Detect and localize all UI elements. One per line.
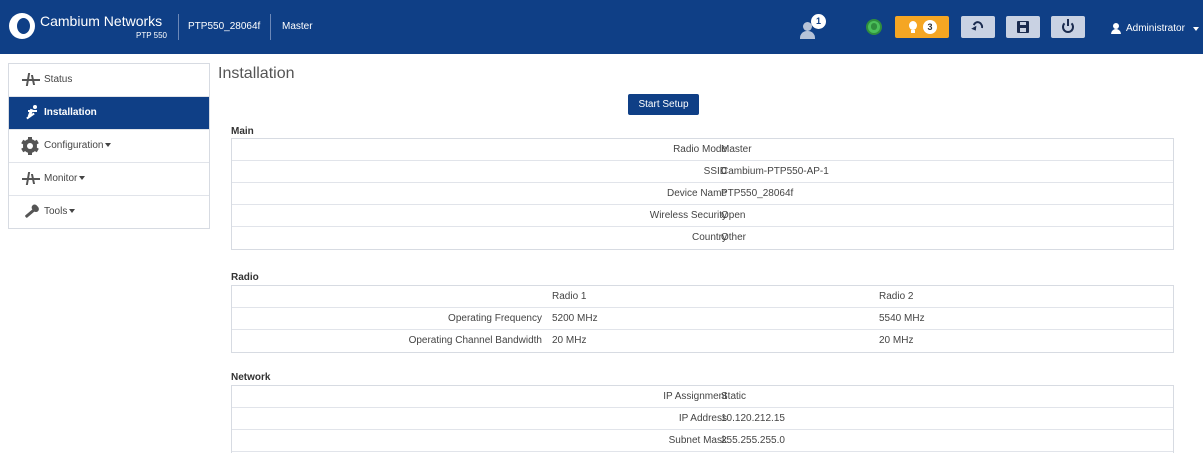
pulse-icon	[22, 171, 40, 187]
row-value-radio-1: 20 MHz	[552, 335, 587, 346]
lightbulb-icon	[909, 21, 917, 33]
table-row: Operating Channel Bandwidth 20 MHz 20 MH…	[232, 330, 1173, 352]
globe-icon[interactable]	[866, 19, 882, 35]
section-title-main: Main	[231, 126, 254, 137]
row-key: Radio Mode	[673, 144, 727, 155]
section-title-network: Network	[231, 372, 271, 383]
column-header-radio-2: Radio 2	[879, 291, 914, 302]
user-icon	[1111, 23, 1121, 34]
runner-icon	[22, 105, 40, 121]
radio-info-table: Radio 1 Radio 2 Operating Frequency 5200…	[231, 285, 1174, 353]
row-value-radio-2: 20 MHz	[879, 335, 914, 346]
start-setup-button[interactable]: Start Setup	[628, 94, 699, 115]
table-row: Subnet Mask 255.255.255.0	[232, 430, 1173, 452]
gear-icon	[21, 137, 40, 155]
row-key: Wireless Security	[649, 210, 727, 221]
network-info-table: IP Assignment Static IP Address 10.120.2…	[231, 385, 1174, 453]
row-value: 255.255.255.0	[721, 435, 785, 446]
page-title: Installation	[218, 65, 295, 82]
row-key: Device Name	[666, 188, 727, 199]
sidebar-item-label: Status	[44, 74, 73, 85]
users-icon-body	[800, 31, 815, 39]
product-model: PTP 550	[136, 31, 167, 40]
row-value: Open	[721, 210, 746, 221]
row-key: Operating Frequency	[448, 313, 542, 324]
sidebar-item-label: Installation	[44, 107, 97, 118]
main-info-table: Radio Mode Master SSID Cambium-PTP550-AP…	[231, 138, 1174, 250]
table-header-row: Radio 1 Radio 2	[232, 286, 1173, 308]
row-value: PTP550_28064f	[721, 188, 794, 199]
sidebar-item-label: Monitor	[44, 173, 86, 184]
cambium-logo[interactable]: Cambium Networks PTP 550	[0, 0, 178, 54]
sidebar-item-status[interactable]: Status	[9, 64, 209, 97]
cambium-logo-icon	[9, 13, 35, 39]
sidebar-item-label: Tools	[44, 206, 76, 217]
sidebar-item-label: Configuration	[44, 140, 112, 151]
sidebar-item-configuration[interactable]: Configuration	[9, 130, 209, 163]
row-value: Cambium-PTP550-AP-1	[721, 166, 829, 177]
alerts-count-badge: 3	[923, 20, 937, 34]
header-divider	[178, 14, 179, 40]
chevron-down-icon	[69, 209, 76, 214]
sidebar-nav: Status Installation Configuration Monito…	[8, 63, 210, 229]
save-button[interactable]	[1006, 16, 1040, 38]
pulse-icon	[22, 72, 40, 88]
table-row: IP Assignment Static	[232, 386, 1173, 408]
alerts-button[interactable]: 3	[895, 16, 949, 38]
table-row: Radio Mode Master	[232, 139, 1173, 161]
row-value: Master	[721, 144, 752, 155]
sidebar-item-tools[interactable]: Tools	[9, 196, 209, 229]
table-row: Operating Frequency 5200 MHz 5540 MHz	[232, 308, 1173, 330]
table-row: Device Name PTP550_28064f	[232, 183, 1173, 205]
row-key: IP Address	[678, 413, 727, 424]
row-value-radio-2: 5540 MHz	[879, 313, 925, 324]
table-row: Wireless Security Open	[232, 205, 1173, 227]
row-value: Other	[721, 232, 747, 243]
floppy-disk-icon	[1017, 21, 1029, 33]
user-menu-label: Administrator	[1126, 23, 1185, 34]
sidebar-item-monitor[interactable]: Monitor	[9, 163, 209, 196]
row-value: Static	[721, 391, 747, 402]
undo-icon	[970, 19, 986, 34]
device-name-label: PTP550_28064f	[188, 21, 261, 32]
row-key: Subnet Mask	[668, 435, 727, 446]
row-value: 10.120.212.15	[721, 413, 785, 424]
table-row: Country Other	[232, 227, 1173, 249]
chevron-down-icon	[105, 143, 112, 148]
header-divider	[270, 14, 271, 40]
power-icon	[1062, 19, 1074, 33]
row-key: IP Assignment	[663, 391, 727, 402]
section-title-radio: Radio	[231, 272, 259, 283]
users-count-badge: 1	[811, 14, 826, 29]
row-value-radio-1: 5200 MHz	[552, 313, 598, 324]
chevron-down-icon	[1193, 27, 1199, 31]
device-role-label: Master	[282, 21, 313, 32]
connected-users-button[interactable]: 1	[800, 14, 826, 40]
top-bar: Cambium Networks PTP 550 PTP550_28064f M…	[0, 0, 1203, 54]
table-row: IP Address 10.120.212.15	[232, 408, 1173, 430]
brand-name: Cambium Networks	[40, 13, 163, 29]
sidebar-item-installation[interactable]: Installation	[9, 97, 209, 130]
wrench-icon	[22, 204, 40, 220]
table-row: SSID Cambium-PTP550-AP-1	[232, 161, 1173, 183]
column-header-radio-1: Radio 1	[552, 291, 587, 302]
row-key: Operating Channel Bandwidth	[408, 335, 542, 346]
chevron-down-icon	[79, 176, 86, 181]
undo-button[interactable]	[961, 16, 995, 38]
reboot-button[interactable]	[1051, 16, 1085, 38]
